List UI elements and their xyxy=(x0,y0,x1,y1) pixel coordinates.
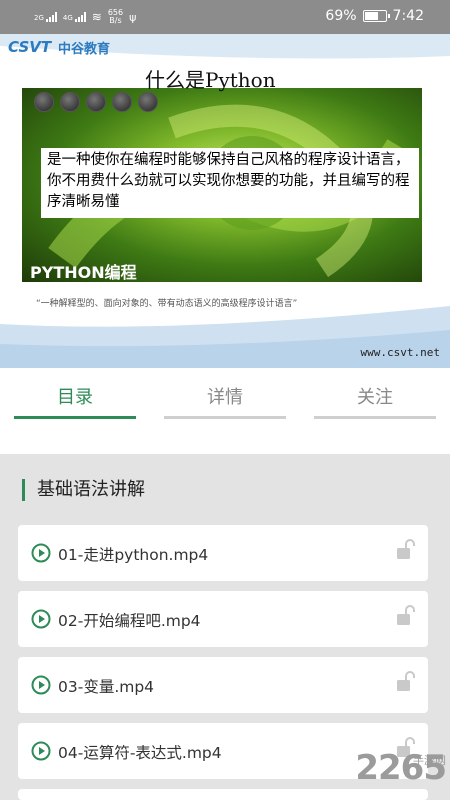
photo-label: PYTHON编程 xyxy=(30,263,137,282)
csvt-logo: CSVT xyxy=(8,38,52,56)
lesson-title: 02-开始编程吧.mp4 xyxy=(58,612,201,630)
tab-bar: 目录 详情 关注 xyxy=(0,368,450,422)
debian-icon xyxy=(60,92,80,112)
logo-cn-text: 中谷教育 xyxy=(58,42,111,57)
fedora-icon xyxy=(86,92,106,112)
linux-icon xyxy=(138,92,158,112)
wifi-icon: ≋ xyxy=(91,10,102,24)
signal-label-2: 4G xyxy=(62,14,73,22)
tab-label: 关注 xyxy=(357,387,393,408)
unlock-icon xyxy=(397,605,415,625)
tab-catalog[interactable]: 目录 xyxy=(0,368,150,422)
os-icons-row xyxy=(34,92,158,112)
battery-icon xyxy=(362,10,390,22)
lesson-title: 04-运算符-表达式.mp4 xyxy=(58,744,222,762)
lesson-item[interactable]: 03-变量.mp4 xyxy=(18,657,428,713)
unlock-icon xyxy=(397,671,415,691)
net-speed: 656 B/s xyxy=(108,9,123,25)
tab-label: 详情 xyxy=(207,387,243,408)
status-left: 2G 4G ≋ 656 B/s ψ xyxy=(34,9,136,25)
banner-title: 什么是Python xyxy=(145,68,276,92)
lesson-item[interactable]: 02-开始编程吧.mp4 xyxy=(18,591,428,647)
play-icon xyxy=(31,675,51,695)
lesson-item[interactable]: 01-走进python.mp4 xyxy=(18,525,428,581)
play-icon xyxy=(31,543,51,563)
section-title: 基础语法讲解 xyxy=(22,479,145,501)
signal-icon-2: 4G xyxy=(63,12,86,22)
tab-indicator xyxy=(314,416,436,419)
tab-indicator xyxy=(164,416,286,419)
watermark-cn: 手游网 xyxy=(413,754,446,767)
tab-details[interactable]: 详情 xyxy=(150,368,300,422)
suse-icon xyxy=(112,92,132,112)
signal-label-1: 2G xyxy=(34,14,44,22)
site-watermark: 2265 手游网 xyxy=(355,748,447,788)
battery-percent: 69% xyxy=(325,8,357,24)
lesson-title: 01-走进python.mp4 xyxy=(58,546,209,564)
tab-spacer xyxy=(0,422,450,454)
lesson-title: 03-变量.mp4 xyxy=(58,678,155,696)
lesson-item-partial[interactable] xyxy=(18,789,428,800)
play-icon xyxy=(31,741,51,761)
signal-icon-1: 2G xyxy=(34,12,57,22)
usb-icon: ψ xyxy=(129,10,137,24)
banner-description: 是一种使你在编程时能够保持自己风格的程序设计语言，你不用费什么劲就可以实现你想要… xyxy=(41,148,419,218)
unlock-icon xyxy=(397,539,415,559)
tab-label: 目录 xyxy=(57,387,93,408)
clock: 7:42 xyxy=(392,8,424,24)
tab-follow[interactable]: 关注 xyxy=(300,368,450,422)
banner-site-url: www.csvt.net xyxy=(360,346,440,359)
tab-indicator xyxy=(14,416,136,419)
battery-fill xyxy=(364,12,378,20)
status-right: 69% 7:42 xyxy=(325,8,424,24)
banner-caption: “一种解释型的、面向对象的、带有动态语义的高级程序设计语言” xyxy=(36,299,298,309)
net-speed-unit: B/s xyxy=(109,16,122,25)
status-bar: 2G 4G ≋ 656 B/s ψ 69% 7:42 xyxy=(0,0,450,34)
play-icon xyxy=(31,609,51,629)
course-banner[interactable]: CSVT 中谷教育 什么是Python 是一种使你在编程时能够保持自己风格的程序… xyxy=(0,34,450,368)
ubuntu-icon xyxy=(34,92,54,112)
